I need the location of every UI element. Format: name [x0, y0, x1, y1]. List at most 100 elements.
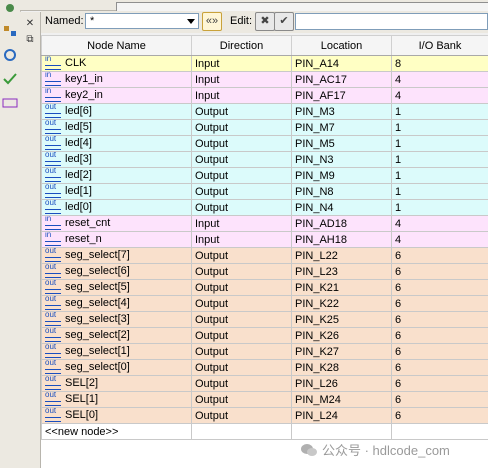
table-row[interactable]: out seg_select[5] Output PIN_K21 6 — [41, 279, 488, 296]
direction-cell[interactable]: Output — [191, 263, 292, 280]
table-row[interactable]: out led[0] Output PIN_N4 1 — [41, 199, 488, 216]
io-bank-cell[interactable]: 6 — [391, 391, 488, 408]
direction-cell[interactable]: Output — [191, 295, 292, 312]
node-name-cell[interactable]: out SEL[0] — [41, 407, 192, 424]
io-bank-cell[interactable]: 6 — [391, 327, 488, 344]
location-cell[interactable]: PIN_L26 — [291, 375, 392, 392]
node-name-cell[interactable]: out led[5] — [41, 119, 192, 136]
table-row[interactable]: out seg_select[1] Output PIN_K27 6 — [41, 343, 488, 360]
table-row[interactable]: out SEL[0] Output PIN_L24 6 — [41, 407, 488, 424]
refresh-icon[interactable] — [2, 48, 18, 62]
io-bank-cell[interactable]: 4 — [391, 231, 488, 248]
io-icon[interactable] — [2, 96, 18, 110]
io-bank-cell[interactable]: 6 — [391, 295, 488, 312]
location-cell[interactable]: PIN_N3 — [291, 151, 392, 168]
io-bank-cell[interactable]: 1 — [391, 167, 488, 184]
location-cell[interactable]: PIN_AH18 — [291, 231, 392, 248]
direction-cell[interactable]: Output — [191, 343, 292, 360]
location-cell[interactable]: PIN_L24 — [291, 407, 392, 424]
io-bank-cell[interactable]: 6 — [391, 311, 488, 328]
location-cell[interactable]: PIN_M24 — [291, 391, 392, 408]
node-name-cell[interactable]: out led[3] — [41, 151, 192, 168]
location-cell[interactable]: PIN_M7 — [291, 119, 392, 136]
node-name-cell[interactable]: out seg_select[0] — [41, 359, 192, 376]
table-row[interactable]: out led[6] Output PIN_M3 1 — [41, 103, 488, 120]
node-name-cell[interactable]: out seg_select[7] — [41, 247, 192, 264]
new-node-row[interactable]: <<new node>> — [41, 423, 488, 440]
location-cell[interactable]: PIN_K27 — [291, 343, 392, 360]
direction-cell[interactable]: Output — [191, 327, 292, 344]
node-name-cell[interactable]: in key2_in — [41, 87, 192, 104]
location-cell[interactable]: PIN_AD18 — [291, 215, 392, 232]
table-row[interactable]: out led[1] Output PIN_N8 1 — [41, 183, 488, 200]
hierarchy-icon[interactable] — [2, 24, 18, 38]
direction-cell[interactable]: Output — [191, 103, 292, 120]
table-row[interactable]: out seg_select[6] Output PIN_L23 6 — [41, 263, 488, 280]
table-row[interactable]: out seg_select[4] Output PIN_K22 6 — [41, 295, 488, 312]
node-name-cell[interactable]: in reset_cnt — [41, 215, 192, 232]
direction-cell[interactable]: Input — [191, 231, 292, 248]
col-header-location[interactable]: Location — [291, 35, 392, 56]
table-row[interactable]: in key1_in Input PIN_AC17 4 — [41, 71, 488, 88]
node-name-cell[interactable]: in CLK — [41, 55, 192, 72]
node-name-cell[interactable]: in key1_in — [41, 71, 192, 88]
io-bank-cell[interactable]: 6 — [391, 247, 488, 264]
io-bank-cell[interactable]: 4 — [391, 87, 488, 104]
check-icon[interactable] — [2, 72, 18, 86]
location-cell[interactable]: PIN_K28 — [291, 359, 392, 376]
accept-edit-button[interactable]: ✔ — [274, 12, 294, 31]
io-bank-cell[interactable]: 6 — [391, 359, 488, 376]
direction-cell[interactable]: Output — [191, 359, 292, 376]
location-cell[interactable]: PIN_AF17 — [291, 87, 392, 104]
table-row[interactable]: out seg_select[0] Output PIN_K28 6 — [41, 359, 488, 376]
direction-cell[interactable]: Output — [191, 407, 292, 424]
empty-cell[interactable] — [391, 423, 488, 440]
io-bank-cell[interactable]: 6 — [391, 375, 488, 392]
float-window-icon[interactable]: ⧉ — [23, 34, 37, 46]
col-header-direction[interactable]: Direction — [191, 35, 292, 56]
node-name-cell[interactable]: out seg_select[1] — [41, 343, 192, 360]
new-node-cell[interactable]: <<new node>> — [41, 423, 192, 440]
io-bank-cell[interactable]: 4 — [391, 71, 488, 88]
table-row[interactable]: in key2_in Input PIN_AF17 4 — [41, 87, 488, 104]
io-bank-cell[interactable]: 1 — [391, 135, 488, 152]
table-row[interactable]: out led[3] Output PIN_N3 1 — [41, 151, 488, 168]
node-name-cell[interactable]: out seg_select[3] — [41, 311, 192, 328]
location-cell[interactable]: PIN_M3 — [291, 103, 392, 120]
node-name-cell[interactable]: out led[1] — [41, 183, 192, 200]
node-name-cell[interactable]: out SEL[1] — [41, 391, 192, 408]
io-bank-cell[interactable]: 6 — [391, 263, 488, 280]
location-cell[interactable]: PIN_L23 — [291, 263, 392, 280]
table-row[interactable]: out seg_select[3] Output PIN_K25 6 — [41, 311, 488, 328]
io-bank-cell[interactable]: 1 — [391, 103, 488, 120]
direction-cell[interactable]: Output — [191, 151, 292, 168]
direction-cell[interactable]: Output — [191, 311, 292, 328]
table-row[interactable]: out led[5] Output PIN_M7 1 — [41, 119, 488, 136]
node-name-cell[interactable]: out SEL[2] — [41, 375, 192, 392]
io-bank-cell[interactable]: 6 — [391, 279, 488, 296]
empty-cell[interactable] — [191, 423, 292, 440]
empty-cell[interactable] — [291, 423, 392, 440]
io-bank-cell[interactable]: 6 — [391, 343, 488, 360]
direction-cell[interactable]: Output — [191, 279, 292, 296]
io-bank-cell[interactable]: 1 — [391, 199, 488, 216]
node-name-cell[interactable]: out seg_select[4] — [41, 295, 192, 312]
filter-expand-button[interactable]: «» — [202, 12, 222, 31]
direction-cell[interactable]: Output — [191, 135, 292, 152]
io-bank-cell[interactable]: 4 — [391, 215, 488, 232]
direction-cell[interactable]: Output — [191, 375, 292, 392]
table-row[interactable]: out seg_select[2] Output PIN_K26 6 — [41, 327, 488, 344]
col-header-node-name[interactable]: Node Name — [41, 35, 192, 56]
table-row[interactable]: out seg_select[7] Output PIN_L22 6 — [41, 247, 488, 264]
node-name-cell[interactable]: in reset_n — [41, 231, 192, 248]
node-name-cell[interactable]: out seg_select[2] — [41, 327, 192, 344]
chevron-down-icon[interactable] — [187, 19, 195, 24]
table-row[interactable]: in reset_cnt Input PIN_AD18 4 — [41, 215, 488, 232]
location-cell[interactable]: PIN_K22 — [291, 295, 392, 312]
location-cell[interactable]: PIN_L22 — [291, 247, 392, 264]
location-cell[interactable]: PIN_K21 — [291, 279, 392, 296]
node-name-cell[interactable]: out led[2] — [41, 167, 192, 184]
location-cell[interactable]: PIN_AC17 — [291, 71, 392, 88]
direction-cell[interactable]: Input — [191, 55, 292, 72]
table-row[interactable]: out led[4] Output PIN_M5 1 — [41, 135, 488, 152]
